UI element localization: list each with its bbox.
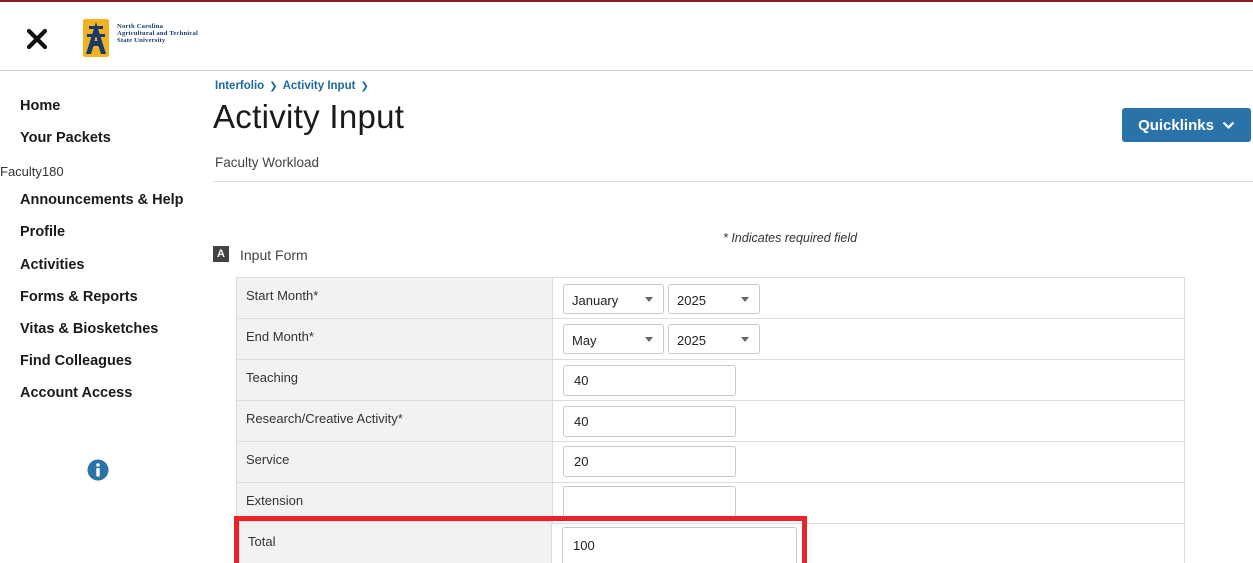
info-icon[interactable]	[87, 459, 109, 481]
form-row-service: Service	[237, 442, 1184, 483]
top-header: North Carolina Agricultural and Technica…	[0, 2, 1253, 71]
form-label-cell: Service	[237, 442, 553, 482]
sidebar-item-find-colleagues[interactable]: Find Colleagues	[20, 353, 132, 369]
start-year-select[interactable]: 2025	[668, 284, 760, 314]
sidebar-item-announcements-help[interactable]: Announcements & Help	[20, 192, 184, 208]
chevron-right-icon: ❯	[269, 81, 278, 92]
sidebar-item-forms-reports[interactable]: Forms & Reports	[20, 289, 138, 305]
university-logo-icon	[83, 19, 109, 57]
field-label: Teaching	[246, 370, 299, 385]
dropdown-caret-icon	[741, 337, 749, 342]
dropdown-caret-icon	[645, 337, 653, 342]
start-year-value: 2025	[677, 293, 706, 308]
form-row-start-month: Start Month* January 2025	[237, 278, 1184, 319]
teaching-input[interactable]	[563, 365, 736, 396]
end-year-select[interactable]: 2025	[668, 324, 760, 354]
header-divider	[213, 181, 1253, 182]
end-month-select[interactable]: May	[563, 324, 664, 354]
total-input[interactable]	[562, 527, 797, 563]
extension-input[interactable]	[563, 486, 736, 517]
end-month-value: May	[572, 333, 597, 348]
field-label: Research/Creative Activity*	[246, 411, 403, 426]
required-field-note: * Indicates required field	[723, 231, 858, 245]
form-label-cell: Start Month*	[237, 278, 553, 318]
breadcrumb-link-interfolio[interactable]: Interfolio	[215, 80, 264, 92]
sidebar-section-label: Faculty180	[0, 164, 64, 179]
page-title: Activity Input	[213, 98, 405, 135]
form-row-extension: Extension	[237, 483, 1184, 524]
sidebar-item-activities[interactable]: Activities	[20, 257, 84, 273]
close-icon[interactable]	[26, 28, 48, 50]
form-row-research: Research/Creative Activity*	[237, 401, 1184, 442]
research-input[interactable]	[563, 406, 736, 437]
sidebar-item-your-packets[interactable]: Your Packets	[20, 130, 111, 146]
form-label-cell: Extension	[237, 483, 553, 523]
field-label: End Month*	[246, 329, 314, 344]
form-label-cell: Research/Creative Activity*	[237, 401, 553, 441]
form-row-teaching: Teaching	[237, 360, 1184, 401]
chevron-right-icon: ❯	[360, 81, 369, 92]
field-label: Extension	[246, 493, 304, 508]
start-month-select[interactable]: January	[563, 284, 664, 314]
sidebar-item-vitas-biosketches[interactable]: Vitas & Biosketches	[20, 321, 158, 337]
sidebar-item-account-access[interactable]: Account Access	[20, 385, 132, 401]
section-title: Input Form	[240, 247, 308, 263]
chevron-down-icon	[1222, 121, 1235, 129]
field-label: Service	[246, 452, 290, 467]
quicklinks-button[interactable]: Quicklinks	[1122, 108, 1251, 142]
quicklinks-label: Quicklinks	[1138, 116, 1214, 134]
form-label-cell: Teaching	[237, 360, 553, 400]
sidebar-nav: Home Your Packets Faculty180 Announcemen…	[0, 72, 200, 563]
service-input[interactable]	[563, 446, 736, 477]
university-logo-text: North Carolina Agricultural and Technica…	[117, 23, 199, 44]
field-label: Total	[248, 534, 276, 549]
section-badge: A	[213, 246, 229, 262]
end-year-value: 2025	[677, 333, 706, 348]
breadcrumb: Interfolio ❯ Activity Input ❯	[215, 80, 374, 92]
form-row-total: Total	[239, 521, 552, 563]
dropdown-caret-icon	[645, 297, 653, 302]
dropdown-caret-icon	[741, 297, 749, 302]
form-row-end-month: End Month* May 2025	[237, 319, 1184, 360]
breadcrumb-link-activity-input[interactable]: Activity Input	[283, 80, 356, 92]
start-month-value: January	[572, 293, 619, 308]
sidebar-item-home[interactable]: Home	[20, 98, 60, 114]
sidebar-item-profile[interactable]: Profile	[20, 224, 65, 240]
page-subtitle: Faculty Workload	[215, 155, 320, 170]
field-label: Start Month*	[246, 288, 319, 303]
form-label-cell: End Month*	[237, 319, 553, 359]
